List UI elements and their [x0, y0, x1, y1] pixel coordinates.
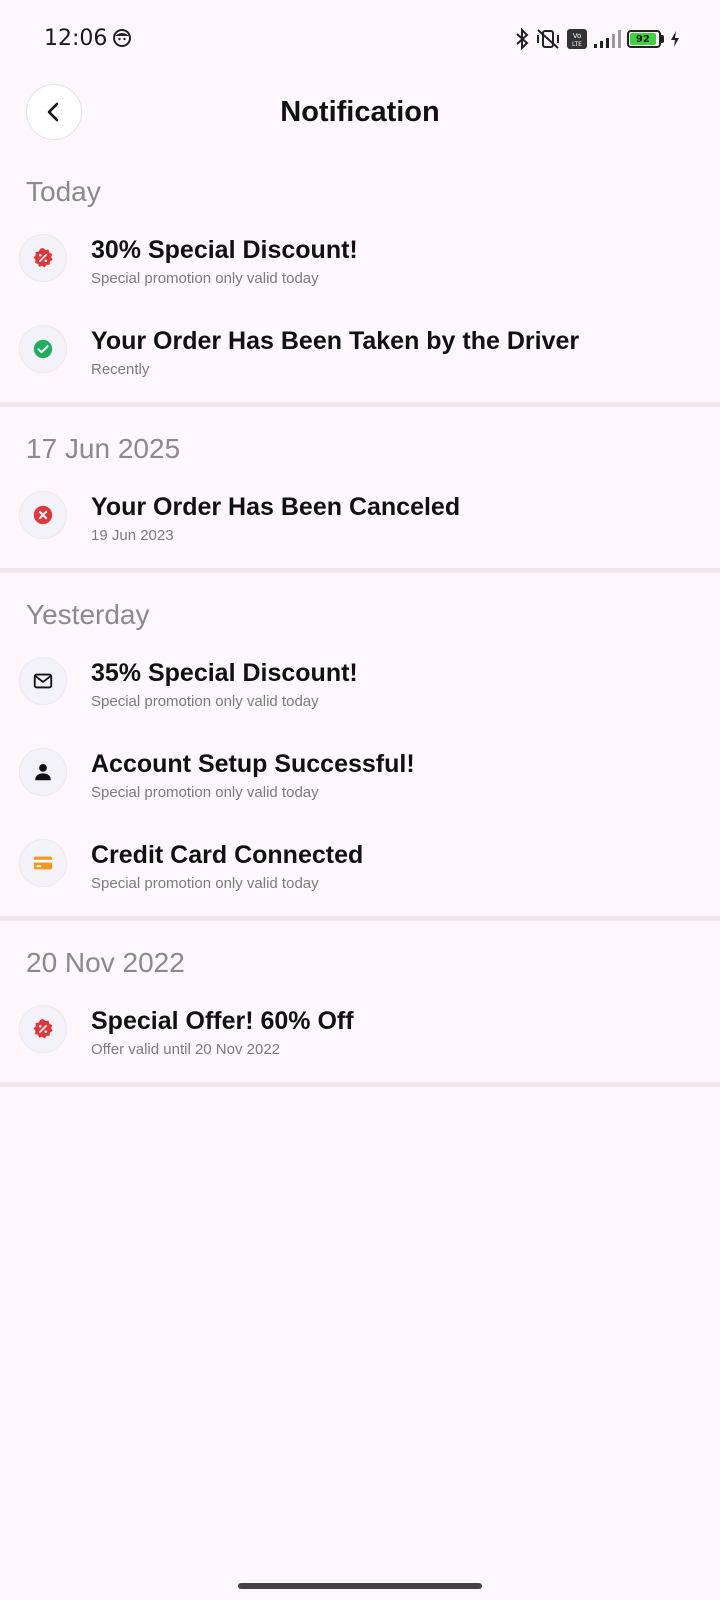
person-icon: [35, 764, 51, 781]
signal-icon: [594, 30, 621, 48]
notification-subtitle: Special promotion only valid today: [91, 693, 319, 710]
icon-container: [19, 491, 67, 539]
icon-container: [19, 325, 67, 373]
status-icons: Vo LTE 92: [515, 26, 680, 52]
icon-container: [19, 234, 67, 282]
notification-title: Account Setup Successful!: [91, 750, 415, 778]
notification-subtitle: Recently: [91, 361, 150, 378]
notification-item[interactable]: Your Order Has Been Canceled 19 Jun 2023: [0, 477, 720, 568]
section-20-nov-2022: 20 Nov 2022 Special Offer! 60% Off Offer…: [0, 921, 720, 1087]
cancel-circle-icon: [33, 505, 53, 525]
notification-subtitle: Special promotion only valid today: [91, 270, 319, 287]
section-17-jun-2025: 17 Jun 2025 Your Order Has Been Canceled…: [0, 407, 720, 573]
notification-item[interactable]: Your Order Has Been Taken by the Driver …: [0, 311, 720, 402]
notification-title: Your Order Has Been Canceled: [91, 493, 461, 521]
icon-container: [19, 1005, 67, 1053]
notification-item[interactable]: Special Offer! 60% Off Offer valid until…: [0, 991, 720, 1082]
notification-item[interactable]: 30% Special Discount! Special promotion …: [0, 220, 720, 311]
home-indicator[interactable]: [238, 1583, 482, 1589]
check-circle-icon: [33, 339, 53, 359]
discount-icon: [33, 247, 53, 268]
battery-level: 92: [635, 33, 650, 45]
section-heading: 20 Nov 2022: [26, 947, 185, 978]
charging-icon: [671, 31, 679, 47]
face-icon: [113, 29, 131, 47]
notification-title: 35% Special Discount!: [91, 659, 358, 687]
page-title: Notification: [280, 96, 440, 128]
section-today: Today 30% Special Discount! Special prom…: [0, 150, 720, 407]
notification-item[interactable]: Account Setup Successful! Special promot…: [0, 734, 720, 825]
notification-subtitle: Special promotion only valid today: [91, 875, 319, 892]
vibrate-off-icon: [537, 29, 559, 49]
notification-title: Special Offer! 60% Off: [91, 1007, 354, 1035]
mail-icon: [33, 673, 53, 689]
notification-title: Your Order Has Been Taken by the Driver: [91, 327, 580, 355]
status-bar: 12:06 Vo LTE 92: [0, 0, 720, 80]
notification-item[interactable]: 35% Special Discount! Special promotion …: [0, 643, 720, 734]
notification-list: Today 30% Special Discount! Special prom…: [0, 150, 720, 1087]
battery-icon: 92: [627, 30, 664, 48]
svg-text:Vo: Vo: [573, 32, 582, 40]
notification-subtitle: Offer valid until 20 Nov 2022: [91, 1041, 281, 1058]
notification-item[interactable]: Credit Card Connected Special promotion …: [0, 825, 720, 916]
svg-text:LTE: LTE: [572, 41, 582, 48]
icon-container: [19, 839, 67, 887]
volte-icon: Vo LTE: [567, 29, 587, 49]
discount-icon: [33, 1018, 53, 1039]
status-time: 12:06: [44, 26, 108, 51]
section-yesterday: Yesterday 35% Special Discount! Special …: [0, 573, 720, 921]
icon-container: [19, 748, 67, 796]
notification-subtitle: 19 Jun 2023: [91, 527, 174, 544]
notification-title: Credit Card Connected: [91, 841, 364, 869]
credit-card-icon: [33, 856, 53, 870]
section-heading: Yesterday: [26, 599, 150, 630]
icon-container: [19, 657, 67, 705]
bluetooth-icon: [516, 28, 529, 50]
section-heading: Today: [26, 176, 101, 207]
section-heading: 17 Jun 2025: [26, 433, 181, 464]
header: Notification: [0, 84, 720, 140]
notification-title: 30% Special Discount!: [91, 236, 358, 264]
notification-subtitle: Special promotion only valid today: [91, 784, 319, 801]
